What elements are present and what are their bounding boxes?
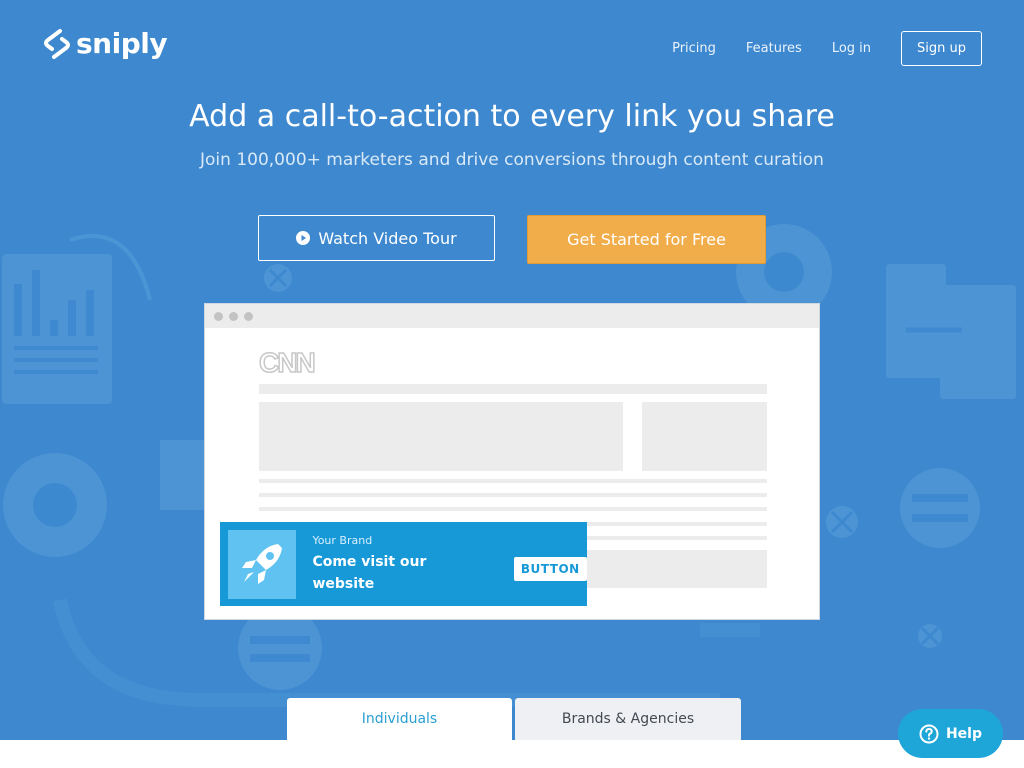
get-started-button[interactable]: Get Started for Free — [527, 215, 766, 264]
snip-text: Your Brand Come visit our website — [312, 533, 491, 595]
snip-button[interactable]: BUTTON — [513, 557, 587, 581]
browser-mockup: CNN Your Brand Come visit our website BU… — [204, 303, 820, 620]
nav-pricing-link[interactable]: Pricing — [672, 32, 716, 66]
hero-section: sniply Pricing Features Log in Sign up A… — [0, 0, 1024, 740]
skeleton-line — [259, 493, 767, 497]
snip-message: Come visit our website — [312, 554, 427, 592]
cnn-logo: CNN — [258, 346, 316, 379]
skeleton-block — [585, 550, 767, 588]
play-icon — [296, 231, 311, 245]
nav-features-link[interactable]: Features — [746, 32, 802, 66]
nav-login-link[interactable]: Log in — [832, 32, 871, 66]
tab-brands-agencies[interactable]: Brands & Agencies — [515, 698, 741, 740]
watch-video-label: Watch Video Tour — [318, 228, 457, 248]
hero-subheadline: Join 100,000+ marketers and drive conver… — [200, 150, 824, 170]
snip-brand: Your Brand — [312, 534, 373, 547]
question-icon — [919, 724, 939, 743]
window-dot — [244, 312, 253, 321]
help-button[interactable]: Help — [898, 709, 1003, 758]
logo-text: sniply — [76, 27, 168, 60]
skeleton-block — [259, 384, 767, 394]
help-label: Help — [945, 725, 983, 742]
top-nav: Pricing Features Log in Sign up — [672, 31, 982, 66]
sniply-logo[interactable]: sniply — [42, 27, 168, 60]
browser-title-bar — [205, 304, 819, 328]
watch-video-tour-button[interactable]: Watch Video Tour — [258, 215, 495, 261]
tab-individuals[interactable]: Individuals — [287, 698, 512, 740]
skeleton-line — [259, 507, 767, 511]
skeleton-line — [259, 479, 767, 483]
sniply-logo-icon — [44, 29, 70, 59]
signup-button[interactable]: Sign up — [901, 31, 982, 66]
rocket-icon — [242, 544, 283, 584]
window-dot — [214, 312, 223, 321]
skeleton-block — [259, 402, 623, 471]
snip-image — [228, 529, 297, 599]
window-dot — [229, 312, 238, 321]
content-area — [0, 740, 1024, 768]
snip-cta-banner[interactable]: Your Brand Come visit our website BUTTON — [220, 522, 587, 606]
hero-headline: Add a call-to-action to every link you s… — [189, 99, 835, 134]
skeleton-block — [642, 402, 767, 471]
